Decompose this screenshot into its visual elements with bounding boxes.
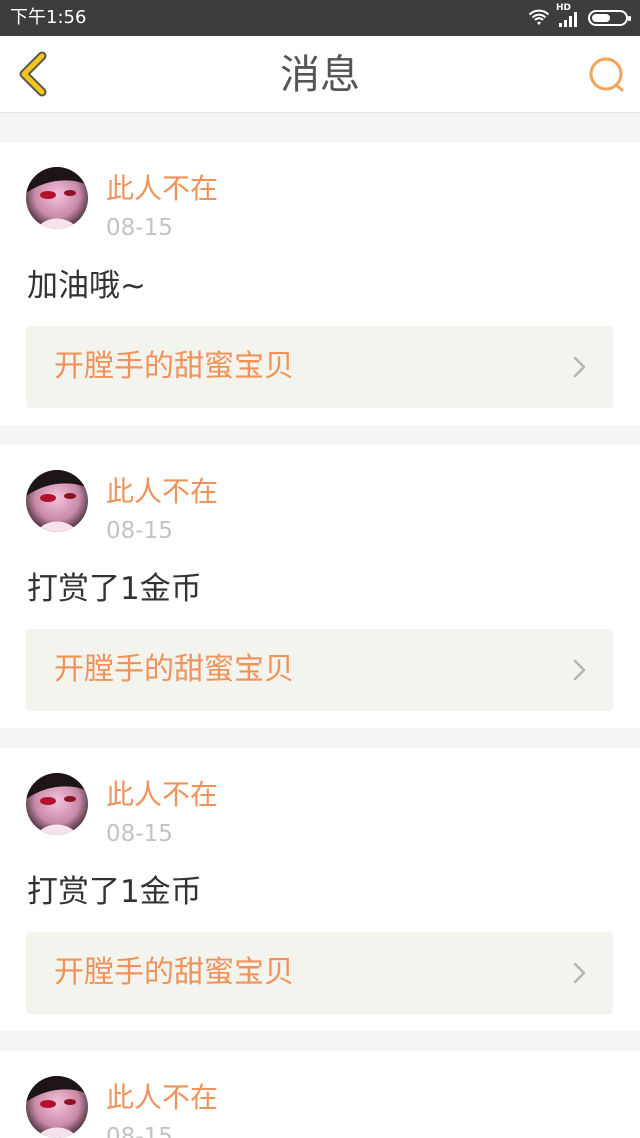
- message-text: 打赏了1金币: [27, 571, 202, 607]
- linked-story[interactable]: 开膛手的甜蜜宝贝: [26, 629, 613, 711]
- avatar[interactable]: [26, 167, 88, 229]
- wifi-icon: [528, 9, 550, 27]
- message-card: 此人不在 08-15 打赏了1金币 开膛手的甜蜜宝贝: [0, 748, 640, 1031]
- message-card: 此人不在 08-15: [0, 1051, 640, 1138]
- chevron-right-icon: [573, 659, 587, 681]
- message-text: 打赏了1金币: [27, 874, 202, 910]
- story-title: 开膛手的甜蜜宝贝: [54, 349, 294, 384]
- signal-icon: HD: [556, 3, 580, 28]
- search-icon: [586, 57, 628, 100]
- status-bar: 下午1:56 HD: [0, 0, 640, 36]
- message-text: 加油哦~: [27, 268, 146, 304]
- navigation-bar: 消息: [0, 36, 640, 113]
- chevron-right-icon: [573, 962, 587, 984]
- post-date: 08-15: [106, 518, 173, 544]
- network-label: HD: [556, 3, 572, 13]
- chevron-right-icon: [573, 356, 587, 378]
- search-button[interactable]: [586, 54, 628, 96]
- battery-icon: [588, 8, 632, 28]
- linked-story[interactable]: 开膛手的甜蜜宝贝: [26, 932, 613, 1014]
- user-name[interactable]: 此人不在: [106, 475, 218, 509]
- story-title: 开膛手的甜蜜宝贝: [54, 652, 294, 687]
- user-name[interactable]: 此人不在: [106, 172, 218, 206]
- status-time: 下午1:56: [10, 7, 87, 28]
- user-name[interactable]: 此人不在: [106, 1081, 218, 1115]
- message-card: 此人不在 08-15 打赏了1金币 开膛手的甜蜜宝贝: [0, 445, 640, 728]
- message-card: 此人不在 08-15 加油哦~ 开膛手的甜蜜宝贝: [0, 142, 640, 425]
- story-title: 开膛手的甜蜜宝贝: [54, 955, 294, 990]
- status-icons: HD: [528, 3, 632, 30]
- avatar[interactable]: [26, 773, 88, 835]
- post-date: 08-15: [106, 215, 173, 241]
- user-name[interactable]: 此人不在: [106, 778, 218, 812]
- post-date: 08-15: [106, 1124, 173, 1138]
- avatar[interactable]: [26, 470, 88, 532]
- avatar[interactable]: [26, 1076, 88, 1138]
- linked-story[interactable]: 开膛手的甜蜜宝贝: [26, 326, 613, 408]
- post-date: 08-15: [106, 821, 173, 847]
- page-title: 消息: [280, 52, 360, 98]
